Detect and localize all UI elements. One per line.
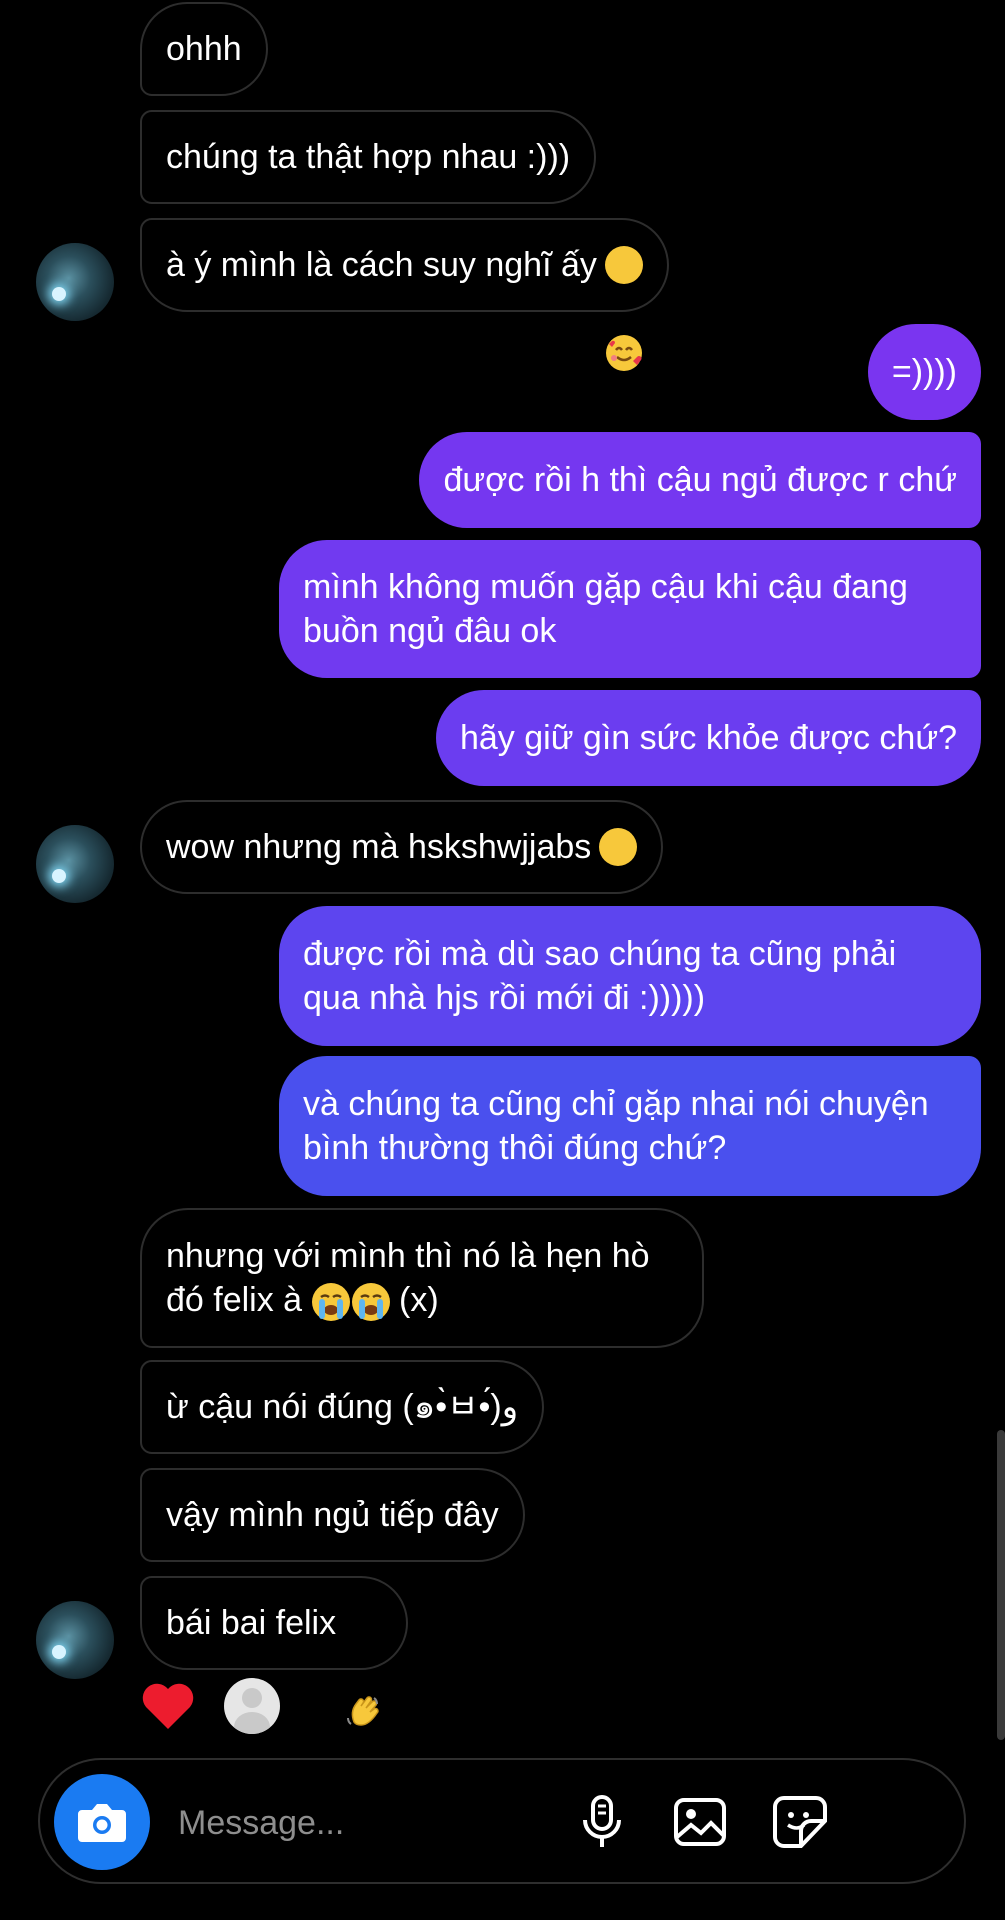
message-text: nhưng với mình thì nó là hẹn hò đó felix… [166,1234,678,1322]
message-text: wow nhưng mà hskshwjjabs [166,828,592,866]
message-text: được rồi h thì cậu ngủ được r chứ [443,461,957,499]
message-outgoing[interactable]: mình không muốn gặp cậu khi cậu đang buồ… [279,540,981,678]
message-reactions [140,1678,280,1734]
message-text: à ý mình là cách suy nghĩ ấy [166,246,597,284]
waving-hand-icon [344,1604,382,1726]
message-text: hãy giữ gìn sức khỏe được chứ? [459,719,957,757]
message-incoming[interactable]: à ý mình là cách suy nghĩ ấy [140,218,669,371]
message-text: ừ cậu nói đúng (๑•̀ㅂ•́)و [166,1388,519,1426]
message-outgoing[interactable]: hãy giữ gìn sức khỏe được chứ? [435,690,981,786]
contact-avatar[interactable] [36,825,114,903]
message-incoming[interactable]: ừ cậu nói đúng (๑•̀ㅂ•́)و [140,1360,545,1454]
message-text: mình không muốn gặp cậu khi cậu đang buồ… [303,568,918,650]
message-incoming[interactable]: bái bai felix [140,1576,409,1726]
loudly-crying-face-icon [311,1283,350,1322]
message-outgoing[interactable]: =)))) [867,324,981,420]
message-composer [38,1758,966,1884]
camera-icon [78,1804,126,1842]
message-text: và chúng ta cũng chỉ gặp nhai nói chuyện… [303,1085,939,1167]
loudly-crying-face-icon [351,1283,390,1322]
message-outgoing[interactable]: được rồi h thì cậu ngủ được r chứ [419,432,981,528]
camera-button[interactable] [54,1774,150,1870]
confounded-face-icon [599,828,638,953]
message-outgoing[interactable]: được rồi mà dù sao chúng ta cũng phải qu… [279,906,981,1046]
microphone-icon [583,1795,621,1847]
microphone-button[interactable] [570,1790,634,1854]
message-outgoing[interactable]: và chúng ta cũng chỉ gặp nhai nói chuyện… [279,1056,981,1196]
message-incoming[interactable]: nhưng với mình thì nó là hẹn hò đó felix… [140,1208,704,1348]
message-incoming[interactable]: wow nhưng mà hskshwjjabs [140,800,664,953]
seen-avatar-icon [224,1678,280,1734]
sticker-button[interactable] [768,1790,832,1854]
message-text: =)))) [891,353,957,391]
message-text: được rồi mà dù sao chúng ta cũng phải qu… [303,935,906,1017]
smiling-face-with-hearts-icon [604,246,643,371]
message-text: chúng ta thật hợp nhau :))) [166,138,571,176]
sticker-icon [773,1796,827,1848]
message-text: ohhh [166,30,242,68]
gallery-button[interactable] [668,1790,732,1854]
scrollbar[interactable] [997,1430,1005,1740]
message-text: vậy mình ngủ tiếp đây [166,1496,499,1534]
message-text: bái bai felix [166,1604,337,1642]
message-incoming[interactable]: ohhh [140,2,268,96]
message-incoming[interactable]: vậy mình ngủ tiếp đây [140,1468,525,1562]
image-icon [674,1798,726,1846]
red-heart-icon[interactable] [140,1681,196,1731]
contact-avatar[interactable] [36,243,114,321]
message-incoming[interactable]: chúng ta thật hợp nhau :))) [140,110,597,204]
contact-avatar[interactable] [36,1601,114,1679]
